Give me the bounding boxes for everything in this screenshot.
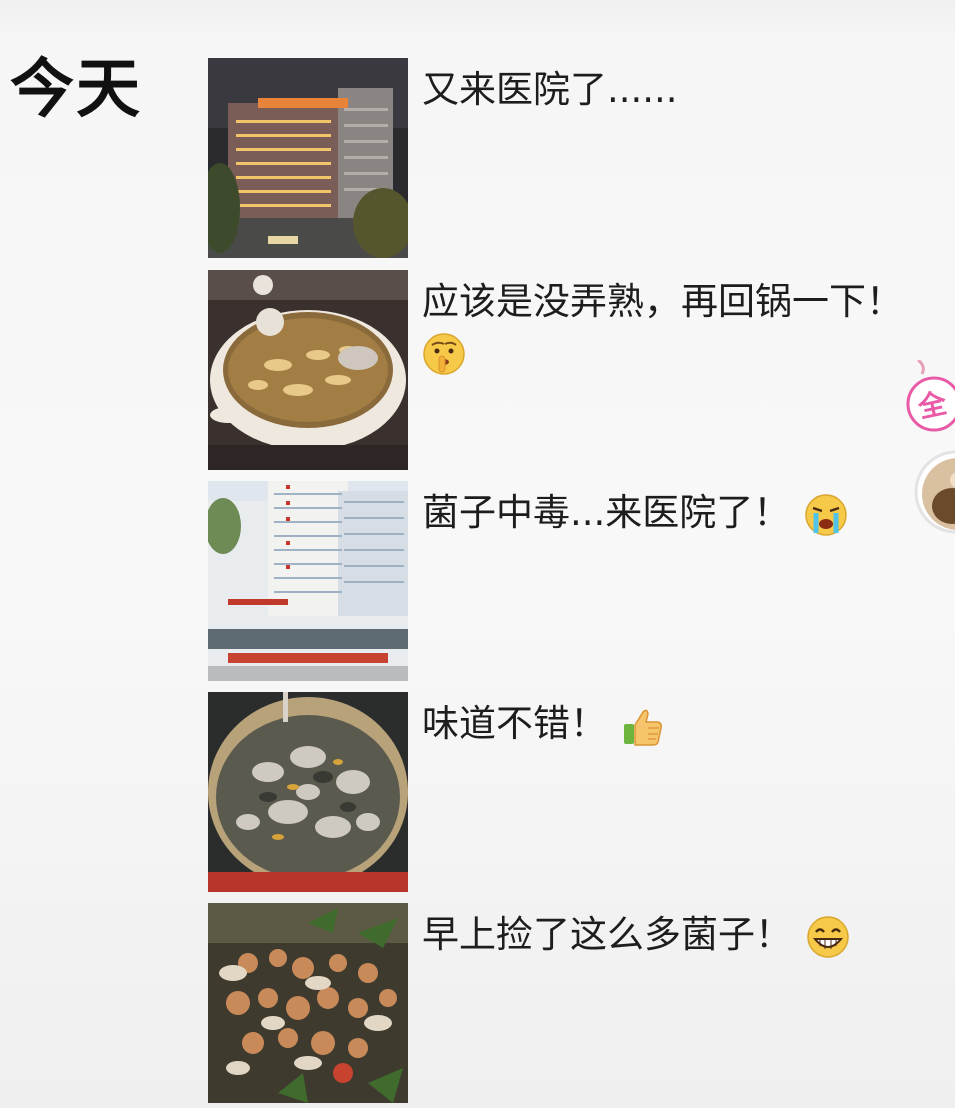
post-caption: 应该是没弄熟，再回锅一下！	[422, 276, 955, 376]
post-caption-text: 菌子中毒...来医院了！	[422, 491, 791, 534]
feed-post[interactable]: 味道不错！	[208, 692, 955, 892]
feed-post[interactable]: 又来医院了......	[208, 58, 955, 258]
feed-post[interactable]: 早上捡了这么多菌子！	[208, 903, 955, 1103]
post-caption-text: 又来医院了......	[422, 68, 678, 111]
shush-face-emoji	[422, 332, 466, 376]
post-thumbnail-hospital-night[interactable]	[208, 58, 408, 258]
crying-face-emoji	[804, 493, 848, 537]
floating-sticker[interactable]: 全	[904, 358, 955, 560]
post-caption: 早上捡了这么多菌子！	[422, 909, 955, 961]
post-thumbnail-hospital-building[interactable]	[208, 481, 408, 681]
feed-post[interactable]: 菌子中毒...来医院了！	[208, 481, 955, 681]
post-thumbnail-mushroom-soup[interactable]	[208, 270, 408, 470]
feed-post[interactable]: 应该是没弄熟，再回锅一下！	[208, 270, 955, 470]
post-thumbnail-wild-mushrooms[interactable]	[208, 903, 408, 1103]
post-caption-text: 早上捡了这么多菌子！	[422, 913, 792, 956]
date-label: 今天	[10, 53, 142, 127]
thumbs-up-emoji	[621, 704, 665, 748]
post-caption: 味道不错！	[422, 698, 955, 750]
grinning-face-emoji	[806, 915, 850, 959]
post-thumbnail-mushroom-hotpot[interactable]	[208, 692, 408, 892]
post-caption-text: 味道不错！	[422, 702, 607, 745]
post-caption-text: 应该是没弄熟，再回锅一下！	[422, 280, 903, 323]
post-caption: 又来医院了......	[422, 64, 955, 116]
moments-feed: 今天 又来医院了...... 应该是没弄熟，再回锅一下！ 菌子中毒...来医院了…	[0, 0, 955, 1108]
post-caption: 菌子中毒...来医院了！	[422, 487, 955, 539]
